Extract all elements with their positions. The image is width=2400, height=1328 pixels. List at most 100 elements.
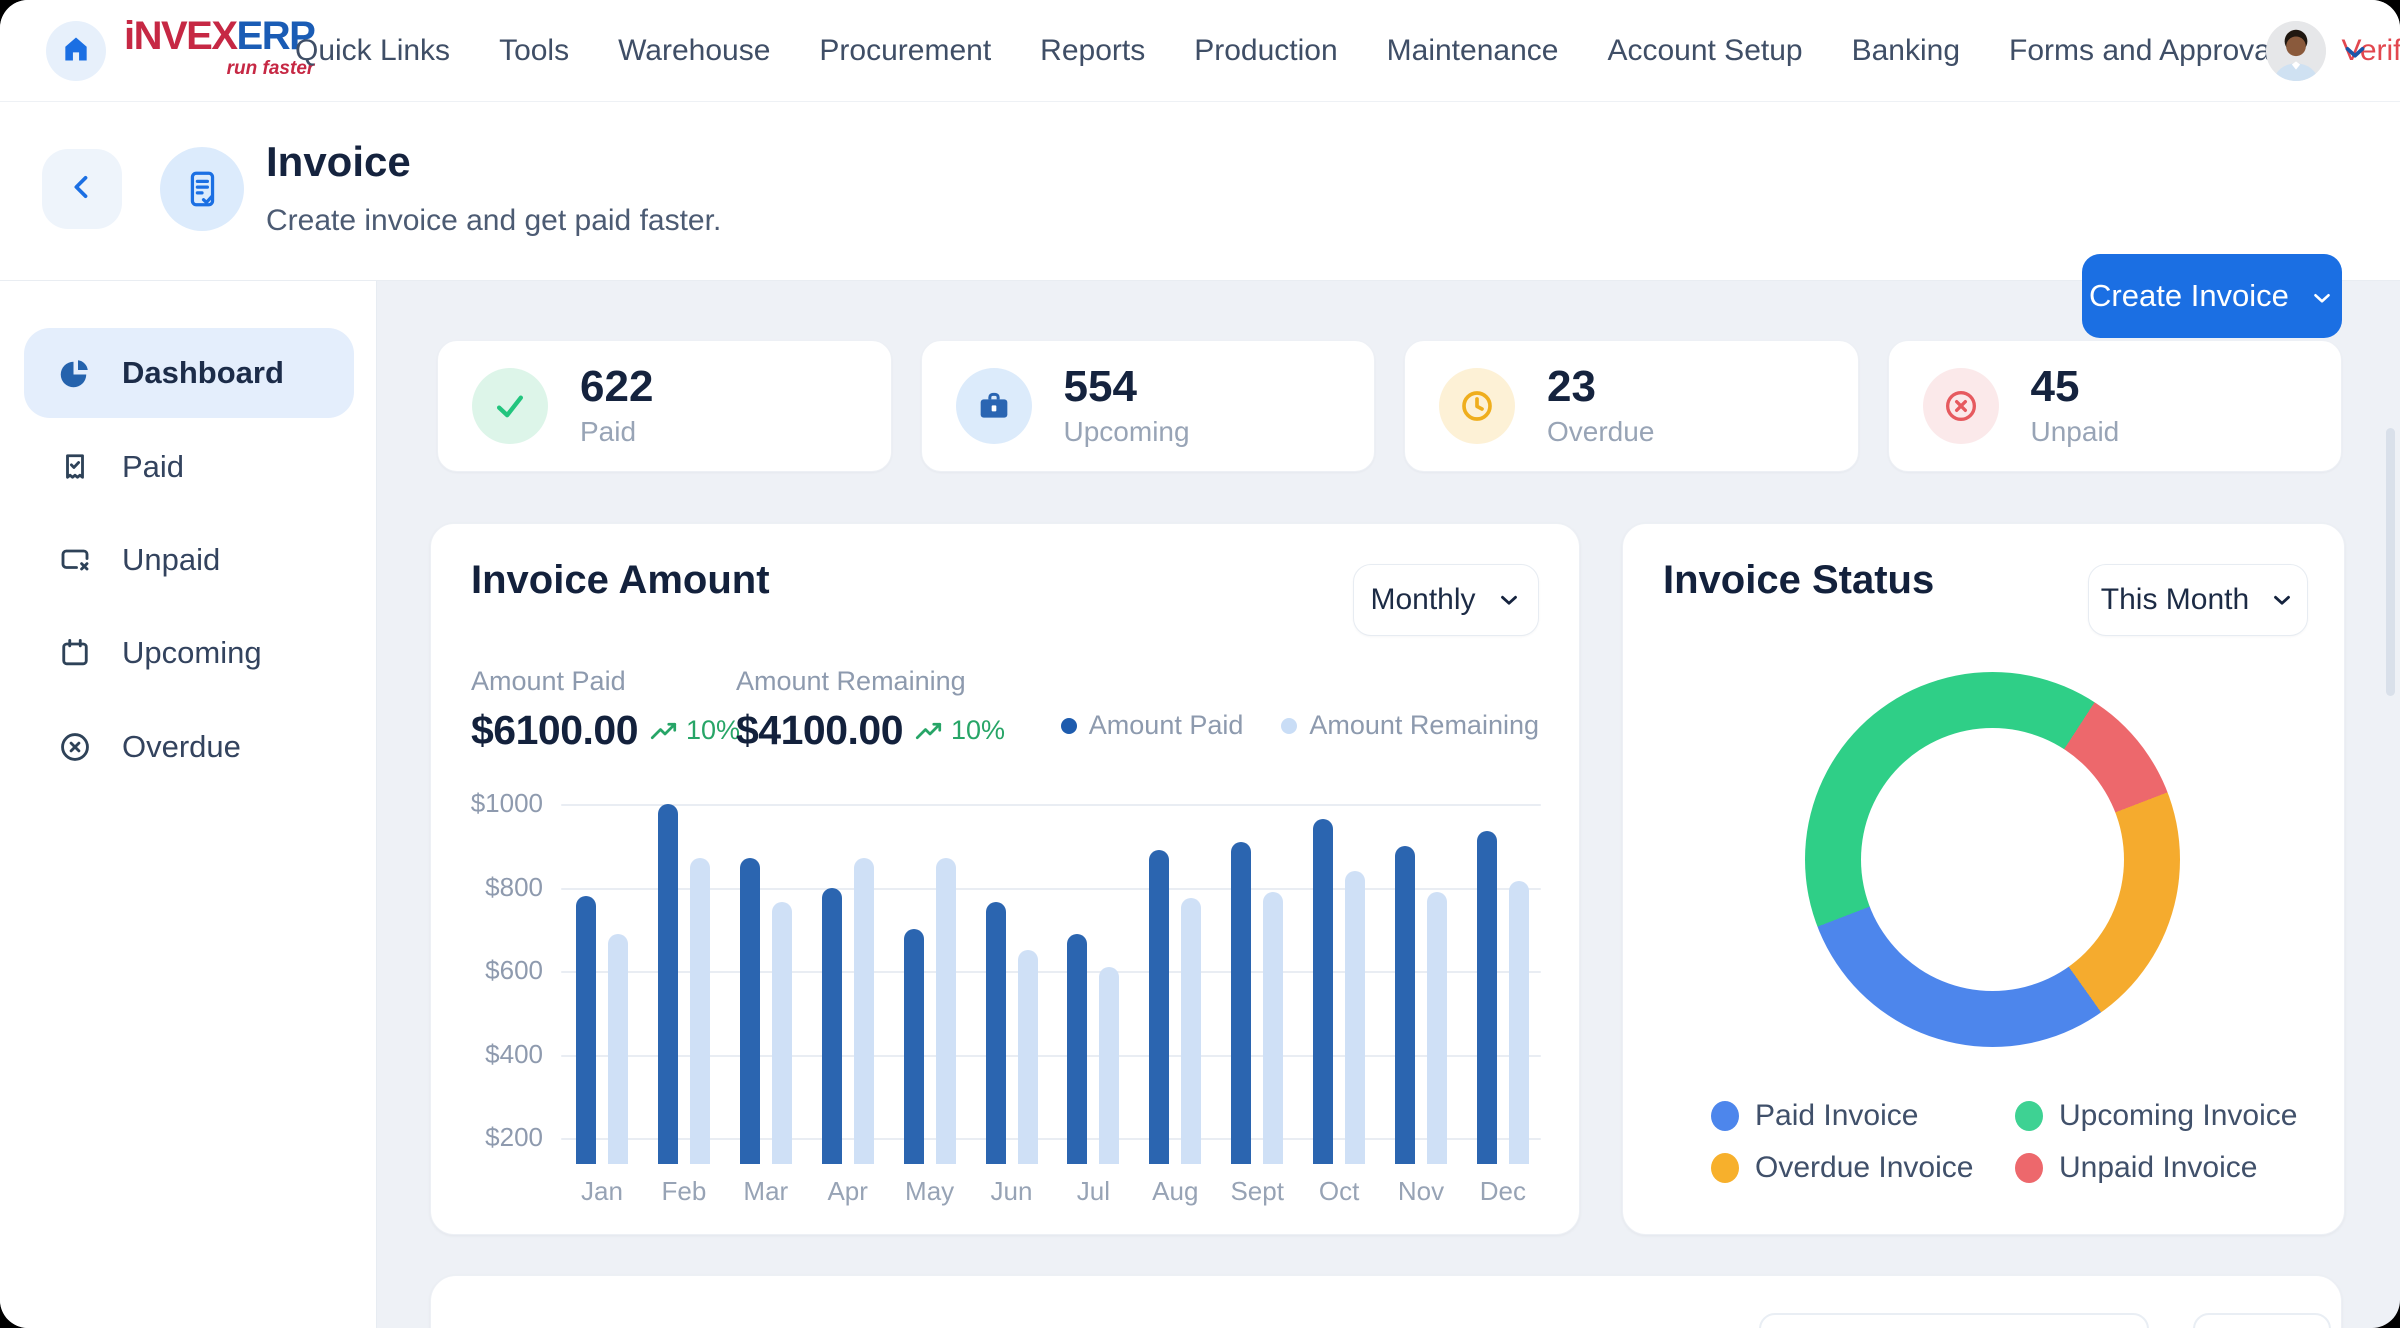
metric-label: Amount Remaining	[736, 666, 1005, 697]
bar-group-jun	[986, 791, 1038, 1164]
period-dropdown-value: Monthly	[1370, 583, 1475, 617]
sidebar-item-paid[interactable]: Paid	[24, 422, 354, 512]
nav-item-quick-links[interactable]: Quick Links	[295, 34, 450, 68]
vertical-scrollbar[interactable]	[2386, 428, 2395, 696]
calendar-icon	[56, 634, 94, 672]
card-x-icon	[56, 541, 94, 579]
x-axis-label-mar: Mar	[721, 1176, 811, 1207]
nav-item-warehouse[interactable]: Warehouse	[618, 34, 770, 68]
nav-item-account-setup[interactable]: Account Setup	[1607, 34, 1802, 68]
legend-label: Amount Paid	[1089, 710, 1244, 741]
bar-amount-remaining-aug	[1181, 898, 1201, 1164]
stat-label: Upcoming	[1064, 416, 1190, 448]
invoice-status-title: Invoice Status	[1663, 558, 1934, 603]
stat-card-overdue[interactable]: 23Overdue	[1404, 340, 1859, 472]
profile-chevron-down-icon[interactable]	[2340, 37, 2370, 67]
legend-label: Amount Remaining	[1309, 710, 1539, 741]
bar-amount-remaining-mar	[772, 902, 792, 1164]
stat-value: 23	[1547, 364, 1654, 410]
period-dropdown-this-month[interactable]: This Month	[2088, 564, 2308, 636]
page-header: Invoice Create invoice and get paid fast…	[0, 102, 2400, 281]
status-legend-item-paid-invoice: Paid Invoice	[1711, 1099, 1918, 1133]
bar-amount-remaining-jan	[608, 934, 628, 1164]
bar-group-apr	[822, 791, 874, 1164]
bar-amount-paid-oct	[1313, 819, 1333, 1164]
stat-value: 622	[580, 364, 653, 410]
nav-links: Quick Links Tools Warehouse Procurement Repo…	[295, 0, 2400, 102]
status-legend-item-upcoming-invoice: Upcoming Invoice	[2015, 1099, 2297, 1133]
table-action-button[interactable]	[2193, 1313, 2331, 1328]
x-axis-label-jul: Jul	[1048, 1176, 1138, 1207]
nav-item-banking[interactable]: Banking	[1852, 34, 1960, 68]
bar-group-mar	[740, 791, 792, 1164]
x-axis-label-jun: Jun	[967, 1176, 1057, 1207]
bar-amount-remaining-feb	[690, 858, 710, 1164]
bar-group-oct	[1313, 791, 1365, 1164]
page-title: Invoice	[266, 138, 411, 186]
metric-label: Amount Paid	[471, 666, 740, 697]
bar-amount-paid-may	[904, 929, 924, 1164]
create-invoice-button[interactable]: Create Invoice	[2082, 254, 2342, 338]
x-axis-label-apr: Apr	[803, 1176, 893, 1207]
legend-dot-icon	[2015, 1153, 2043, 1183]
bar-amount-remaining-dec	[1509, 881, 1529, 1164]
bar-group-aug	[1149, 791, 1201, 1164]
stat-label: Paid	[580, 416, 653, 448]
metric-change: 10%	[915, 715, 1005, 746]
bar-amount-paid-aug	[1149, 850, 1169, 1164]
logo-tagline: run faster	[124, 59, 314, 78]
x-axis-label-oct: Oct	[1294, 1176, 1384, 1207]
chevron-down-icon	[1496, 587, 1522, 613]
bar-chart-legend: Amount Paid Amount Remaining	[1061, 710, 1539, 741]
nav-item-reports[interactable]: Reports	[1040, 34, 1145, 68]
app-logo[interactable]: iNVEXERP run faster	[124, 16, 314, 78]
bar-group-dec	[1477, 791, 1529, 1164]
x-axis-label-sept: Sept	[1212, 1176, 1302, 1207]
bar-amount-remaining-nov	[1427, 892, 1447, 1164]
back-button[interactable]	[42, 149, 122, 229]
sidebar-item-label: Unpaid	[122, 542, 220, 578]
sidebar-item-unpaid[interactable]: Unpaid	[24, 515, 354, 605]
table-filter-button[interactable]	[1759, 1313, 2149, 1328]
sidebar-item-label: Dashboard	[122, 355, 284, 391]
legend-item-amount-paid: Amount Paid	[1061, 710, 1244, 741]
clock-icon	[1439, 368, 1515, 444]
nav-item-procurement[interactable]: Procurement	[819, 34, 991, 68]
nav-item-production[interactable]: Production	[1194, 34, 1337, 68]
stat-label: Unpaid	[2031, 416, 2120, 448]
period-dropdown-monthly[interactable]: Monthly	[1353, 564, 1539, 636]
home-button[interactable]	[46, 21, 106, 81]
stat-card-unpaid[interactable]: 45Unpaid	[1888, 340, 2343, 472]
nav-item-tools[interactable]: Tools	[499, 34, 569, 68]
user-avatar[interactable]	[2266, 21, 2326, 81]
bar-group-may	[904, 791, 956, 1164]
avatar-image	[2266, 21, 2326, 81]
nav-item-maintenance[interactable]: Maintenance	[1387, 34, 1559, 68]
briefcase-icon	[956, 368, 1032, 444]
x-axis-label-nov: Nov	[1376, 1176, 1466, 1207]
sidebar-item-overdue[interactable]: Overdue	[24, 702, 354, 792]
period-dropdown-value: This Month	[2101, 583, 2249, 617]
x-axis-label-dec: Dec	[1458, 1176, 1548, 1207]
legend-label: Paid Invoice	[1755, 1099, 1918, 1133]
stat-value: 554	[1064, 364, 1190, 410]
bar-group-nov	[1395, 791, 1447, 1164]
y-axis-tick-label: $1000	[439, 788, 543, 819]
stat-card-paid[interactable]: 622 Paid	[437, 340, 892, 472]
sidebar-item-dashboard[interactable]: Dashboard	[24, 328, 354, 418]
logo-text-primary: iNVEX	[124, 14, 237, 58]
stat-card-upcoming[interactable]: 554 Upcoming	[921, 340, 1376, 472]
bar-amount-paid-nov	[1395, 846, 1415, 1164]
check-icon	[472, 368, 548, 444]
bar-group-feb	[658, 791, 710, 1164]
sidebar-item-upcoming[interactable]: Upcoming	[24, 608, 354, 698]
y-axis-tick-label: $800	[439, 872, 543, 903]
chevron-down-icon	[2269, 587, 2295, 613]
legend-dot-icon	[1711, 1101, 1739, 1131]
bar-amount-remaining-jun	[1018, 950, 1038, 1164]
receipt-icon	[56, 448, 94, 486]
invoice-doc-icon	[160, 147, 244, 231]
x-axis-label-aug: Aug	[1130, 1176, 1220, 1207]
nav-item-forms-and-approvals[interactable]: Forms and Approvals	[2009, 34, 2292, 68]
metric-amount-paid: Amount Paid $6100.00 10%	[471, 666, 740, 754]
